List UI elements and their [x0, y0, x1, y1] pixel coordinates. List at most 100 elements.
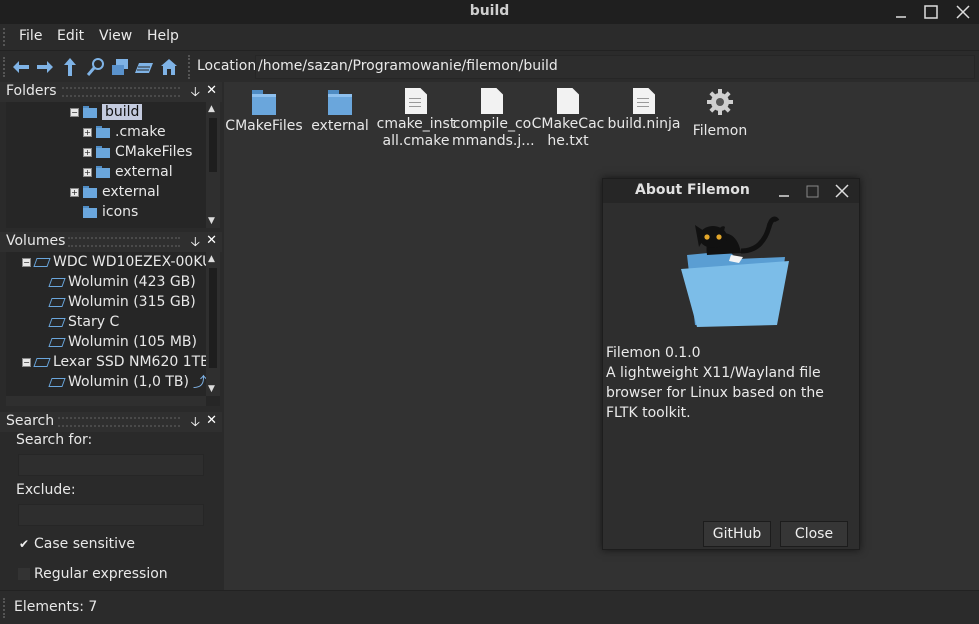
file-item-filemon[interactable]: Filemon [680, 88, 760, 140]
close-button[interactable]: Close [780, 521, 848, 547]
document-icon [633, 88, 655, 114]
pin-icon[interactable]: 🡣 [191, 413, 200, 435]
search-panel-title: Search [6, 413, 55, 429]
file-name-line2: mmands.j... [452, 133, 535, 149]
menu-edit[interactable]: Edit [57, 28, 84, 44]
file-item-cmakecache[interactable]: CMakeCac he.txt [528, 88, 608, 150]
tree-item-external[interactable]: + external [70, 182, 160, 202]
volume-partition[interactable]: Wolumin (1,0 TB) ⤴ [48, 372, 207, 392]
scroll-up-icon[interactable]: ▲ [208, 254, 215, 264]
file-item-external[interactable]: external [300, 88, 380, 135]
exclude-input[interactable] [18, 504, 204, 526]
app-version: Filemon 0.1.0 [606, 345, 701, 361]
exclude-label: Exclude: [16, 482, 76, 498]
drive-icon [48, 337, 66, 347]
file-item-cmakefiles[interactable]: CMakeFiles [224, 88, 304, 135]
expand-icon[interactable]: + [83, 167, 92, 177]
expand-icon[interactable]: + [70, 187, 79, 197]
drive-icon [48, 297, 66, 307]
folder-icon [96, 126, 110, 138]
volume-partition[interactable]: Wolumin (423 GB) [48, 272, 196, 292]
toolbar-separator [188, 55, 190, 79]
file-name: Filemon [692, 123, 748, 139]
search-input[interactable] [18, 454, 204, 476]
collapse-icon[interactable]: − [22, 357, 31, 367]
home-icon[interactable] [159, 57, 179, 77]
eject-icon[interactable]: ⤴ [193, 372, 207, 392]
regex-label: Regular expression [34, 566, 168, 582]
expand-icon[interactable]: + [83, 127, 92, 137]
folders-panel-title: Folders [6, 83, 57, 99]
scroll-thumb[interactable] [209, 268, 217, 368]
maximize-icon [806, 185, 818, 197]
scroll-down-icon[interactable]: ▼ [208, 216, 215, 226]
folders-scrollbar[interactable]: ▲ ▼ [206, 102, 220, 228]
file-name: CMakeFiles [225, 118, 303, 134]
volume-partition[interactable]: Wolumin (105 MB) [48, 332, 197, 352]
location-input[interactable]: /home/sazan/Programowanie/filemon/build [255, 55, 975, 79]
minimize-icon [896, 16, 906, 18]
volume-partition[interactable]: Stary C [48, 312, 119, 332]
file-name-line2: all.cmake [382, 133, 450, 149]
volumes-horizontal-scrollbar[interactable] [6, 396, 206, 406]
volume-partition[interactable]: Wolumin (315 GB) [48, 292, 196, 312]
scroll-thumb[interactable] [209, 118, 217, 172]
expand-icon[interactable]: + [83, 147, 92, 157]
tree-item-build[interactable]: − build [70, 102, 143, 122]
volume-label: Wolumin (105 MB) [68, 334, 197, 350]
dialog-maximize-button[interactable] [801, 179, 823, 203]
volume-disk-2[interactable]: − Lexar SSD NM620 1TB [22, 352, 210, 372]
search-panel-header: Search 🡣 ✕ [0, 412, 222, 432]
folders-tree[interactable]: − build + .cmake + CMakeFiles + external… [6, 102, 220, 228]
folder-icon [326, 88, 354, 116]
copy-icon[interactable] [110, 57, 130, 77]
folder-icon [83, 106, 97, 118]
tree-item-cmakefiles[interactable]: + CMakeFiles [83, 142, 192, 162]
tree-item-cmake[interactable]: + .cmake [83, 122, 166, 142]
file-item-compile-commands[interactable]: compile_co mmands.j... [452, 88, 535, 150]
menu-help[interactable]: Help [147, 28, 179, 44]
scroll-up-icon[interactable]: ▲ [208, 104, 215, 114]
collapse-icon[interactable]: − [22, 257, 31, 267]
maximize-button[interactable] [918, 0, 944, 24]
tree-item-label: .cmake [115, 124, 166, 140]
back-arrow-icon[interactable] [11, 57, 31, 77]
dialog-title: About Filemon [635, 182, 750, 198]
folder-icon [250, 88, 278, 116]
github-button[interactable]: GitHub [703, 521, 771, 547]
tree-item-external-child[interactable]: + external [83, 162, 173, 182]
drive-icon [33, 357, 51, 367]
file-name: build.ninja [607, 116, 681, 132]
volumes-scrollbar[interactable]: ▲ ▼ [206, 252, 220, 396]
menu-bar: File Edit View Help [0, 24, 979, 50]
file-item-cmake-install[interactable]: cmake_inst all.cmake [376, 88, 456, 150]
regex-checkbox[interactable]: Regular expression [18, 566, 168, 582]
toolbar-grip [3, 57, 7, 77]
forward-arrow-icon[interactable] [35, 57, 55, 77]
scroll-down-icon[interactable]: ▼ [208, 384, 215, 394]
drive-icon[interactable] [134, 57, 154, 77]
drive-icon [33, 257, 51, 267]
menu-file[interactable]: File [19, 28, 42, 44]
case-sensitive-checkbox[interactable]: ✔ Case sensitive [18, 536, 135, 552]
panel-grip [68, 237, 180, 247]
search-icon[interactable] [86, 57, 106, 77]
volumes-tree[interactable]: − WDC WD10EZEX-00KUWA0 Wolumin (423 GB) … [6, 252, 220, 406]
tree-item-icons[interactable]: icons [83, 202, 138, 222]
dialog-minimize-button[interactable] [773, 179, 795, 203]
volume-disk-1[interactable]: − WDC WD10EZEX-00KUWA0 [22, 252, 220, 272]
close-icon[interactable]: ✕ [206, 413, 217, 428]
collapse-icon[interactable]: − [70, 107, 79, 117]
close-icon[interactable]: ✕ [206, 233, 217, 248]
close-window-button[interactable] [950, 0, 976, 24]
minimize-button[interactable] [888, 0, 914, 24]
dialog-close-button[interactable] [831, 179, 853, 203]
volume-label: Wolumin (315 GB) [68, 294, 196, 310]
status-grip [3, 598, 7, 618]
close-icon[interactable]: ✕ [206, 83, 217, 98]
menu-view[interactable]: View [99, 28, 132, 44]
file-item-build-ninja[interactable]: build.ninja [604, 88, 684, 133]
folder-icon [96, 146, 110, 158]
about-dialog: About Filemon Filemon 0.1.0 A lightweigh… [602, 178, 860, 550]
up-arrow-icon[interactable] [60, 57, 80, 77]
